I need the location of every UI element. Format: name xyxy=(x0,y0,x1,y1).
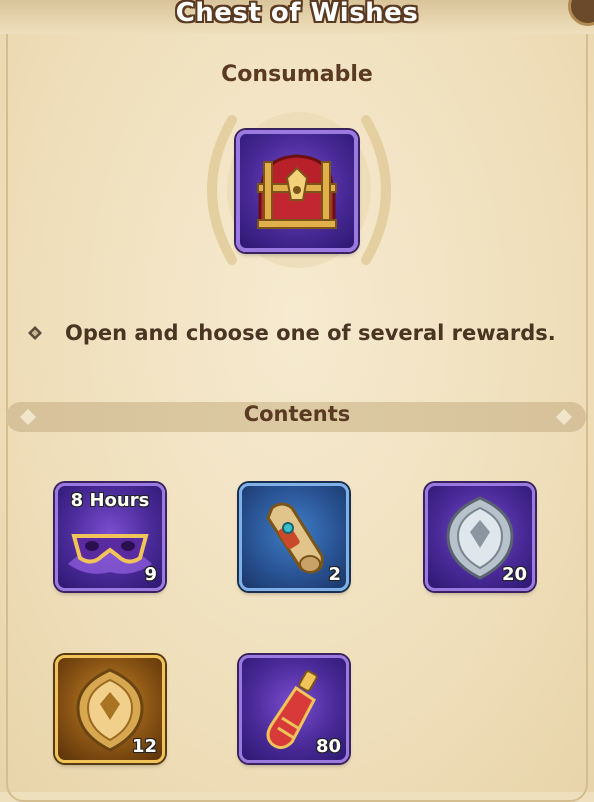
reward-count: 12 xyxy=(131,736,157,757)
reward-item[interactable]: 80 xyxy=(239,655,349,763)
contents-label: Contents xyxy=(243,402,351,426)
reward-count: 9 xyxy=(144,564,157,585)
reward-count: 2 xyxy=(328,564,341,585)
reward-item[interactable]: 20 xyxy=(425,483,535,591)
reward-item[interactable]: 12 xyxy=(55,655,165,763)
diamond-bullet-icon xyxy=(28,326,42,340)
item-description: Open and choose one of several rewards. xyxy=(65,321,556,345)
reward-item[interactable]: 2 xyxy=(239,483,349,591)
item-title: Chest of Wishes xyxy=(175,0,419,28)
reward-count: 80 xyxy=(315,736,341,757)
duration-tag: 8 Hours xyxy=(70,490,150,511)
reward-count: 20 xyxy=(501,564,527,585)
item-type-label: Consumable xyxy=(221,62,373,87)
item-icon-frame xyxy=(236,130,358,252)
treasure-chest-icon xyxy=(257,154,337,229)
reward-item[interactable]: 8 Hours 9 xyxy=(55,483,165,591)
